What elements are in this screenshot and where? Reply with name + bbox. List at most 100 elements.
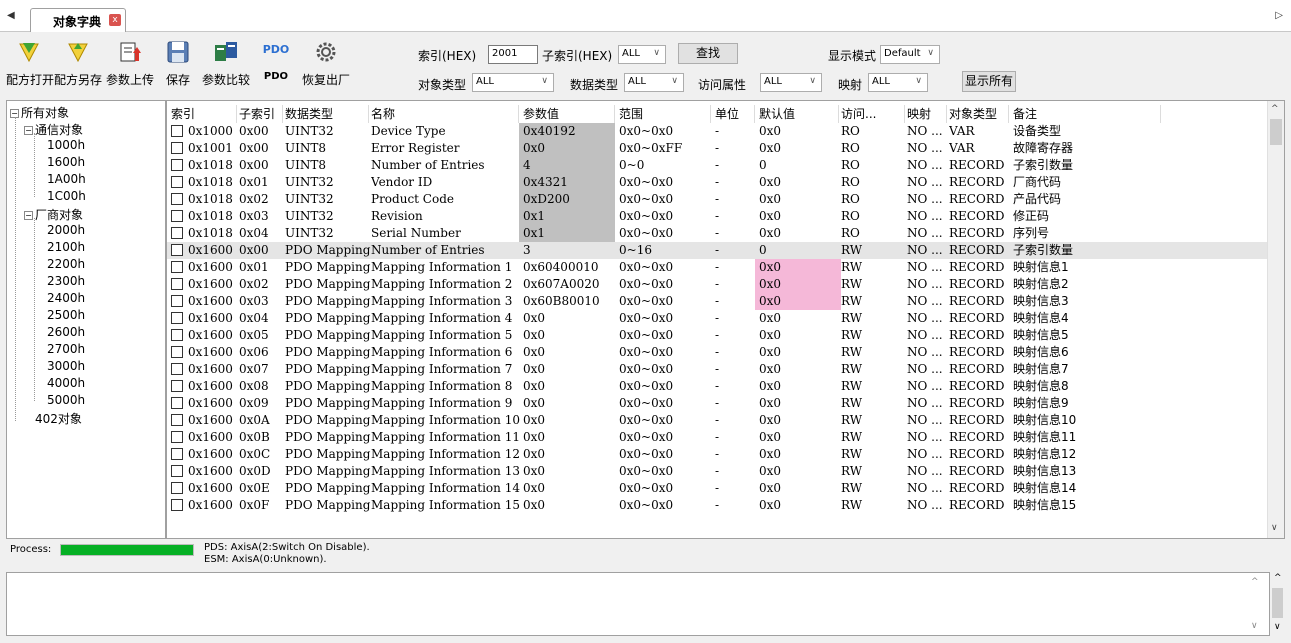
tree-node-3000h[interactable]: 3000h xyxy=(47,359,85,373)
scroll-down-icon[interactable]: ∨ xyxy=(1251,621,1258,631)
row-checkbox[interactable] xyxy=(171,261,183,273)
display-mode-select[interactable]: Default ∨ xyxy=(880,45,940,64)
row-checkbox[interactable] xyxy=(171,312,183,324)
cell-value[interactable]: 0xD200 xyxy=(519,191,615,208)
table-row[interactable]: 0x1600 0x05 PDO Mapping Mapping Information… xyxy=(167,327,1267,344)
cell-value[interactable]: 0x0 xyxy=(519,480,615,497)
table-row[interactable]: 0x1600 0x02 PDO Mapping Mapping Information… xyxy=(167,276,1267,293)
row-checkbox[interactable] xyxy=(171,380,183,392)
row-checkbox[interactable] xyxy=(171,193,183,205)
cell-value[interactable]: 0x0 xyxy=(519,412,615,429)
tree-node-2600h[interactable]: 2600h xyxy=(47,325,85,339)
table-row[interactable]: 0x1600 0x07 PDO Mapping Mapping Information… xyxy=(167,361,1267,378)
cell-value[interactable]: 0x1 xyxy=(519,208,615,225)
cell-value[interactable]: 3 xyxy=(519,242,615,259)
scroll-down-icon[interactable]: ∨ xyxy=(1274,622,1281,632)
row-checkbox[interactable] xyxy=(171,159,183,171)
cell-value[interactable]: 0x60B80010 xyxy=(519,293,615,310)
cell-value[interactable]: 0x0 xyxy=(519,310,615,327)
row-checkbox[interactable] xyxy=(171,295,183,307)
cell-value[interactable]: 4 xyxy=(519,157,615,174)
factory-reset-button[interactable]: 恢复出厂 xyxy=(300,37,352,93)
col-header-object-type[interactable]: 对象类型 xyxy=(949,105,1009,123)
tree-node-comm-objects[interactable]: − 通信对象 xyxy=(24,121,83,138)
table-row[interactable]: 0x1018 0x00 UINT8 Number of Entries 4 0~0 - 0 RO… xyxy=(167,157,1267,174)
row-checkbox[interactable] xyxy=(171,363,183,375)
object-type-select[interactable]: ALL ∨ xyxy=(472,73,554,92)
cell-value[interactable]: 0x40192 xyxy=(519,123,615,140)
tree-node-vendor-objects[interactable]: − 厂商对象 xyxy=(24,206,83,223)
table-row[interactable]: 0x1600 0x06 PDO Mapping Mapping Information… xyxy=(167,344,1267,361)
cell-value[interactable]: 0x0 xyxy=(519,395,615,412)
table-row[interactable]: 0x1600 0x0C PDO Mapping Mapping Information… xyxy=(167,446,1267,463)
row-checkbox[interactable] xyxy=(171,125,183,137)
table-row[interactable]: 0x1600 0x0B PDO Mapping Mapping Information… xyxy=(167,429,1267,446)
row-checkbox[interactable] xyxy=(171,448,183,460)
cell-value[interactable]: 0x0 xyxy=(519,378,615,395)
cell-value[interactable]: 0x1 xyxy=(519,225,615,242)
show-all-button[interactable]: 显示所有 xyxy=(962,71,1016,92)
table-row[interactable]: 0x1001 0x00 UINT8 Error Register 0x0 0x0~0xFF… xyxy=(167,140,1267,157)
cell-value[interactable]: 0x60400010 xyxy=(519,259,615,276)
cell-value[interactable]: 0x0 xyxy=(519,361,615,378)
col-header-datatype[interactable]: 数据类型 xyxy=(285,105,369,123)
param-compare-button[interactable]: 参数比较 xyxy=(200,37,252,93)
tree-node-2700h[interactable]: 2700h xyxy=(47,342,85,356)
col-header-access[interactable]: 访问... xyxy=(841,105,905,123)
col-header-subindex[interactable]: 子索引 xyxy=(239,105,283,123)
tree-node-4000h[interactable]: 4000h xyxy=(47,376,85,390)
index-input[interactable]: 2001 xyxy=(488,45,538,64)
tab-scroll-right-icon[interactable]: ▷ xyxy=(1275,10,1283,21)
recipe-save-as-button[interactable]: 配方另存 xyxy=(54,37,102,93)
recipe-open-button[interactable]: 配方打开 xyxy=(6,37,54,93)
cell-value[interactable]: 0x607A0020 xyxy=(519,276,615,293)
tree-node-402-objects[interactable]: 402对象 xyxy=(35,410,82,427)
scroll-up-icon[interactable]: ^ xyxy=(1274,573,1282,583)
row-checkbox[interactable] xyxy=(171,329,183,341)
row-checkbox[interactable] xyxy=(171,244,183,256)
save-button[interactable]: 保存 xyxy=(164,37,192,93)
tree-node-1000h[interactable]: 1000h xyxy=(47,138,85,152)
data-type-select[interactable]: ALL ∨ xyxy=(624,73,684,92)
table-row[interactable]: 0x1018 0x02 UINT32 Product Code 0xD200 0x0~0x… xyxy=(167,191,1267,208)
tab-scroll-left-icon[interactable]: ◀ xyxy=(7,10,15,21)
tree-node-all-objects[interactable]: − 所有对象 xyxy=(10,104,69,121)
log-vertical-scrollbar[interactable]: ^ ∨ xyxy=(1270,572,1285,636)
table-vertical-scrollbar[interactable]: ^ ∨ xyxy=(1267,101,1284,538)
row-checkbox[interactable] xyxy=(171,431,183,443)
tree-node-1600h[interactable]: 1600h xyxy=(47,155,85,169)
table-row[interactable]: 0x1600 0x03 PDO Mapping Mapping Information… xyxy=(167,293,1267,310)
row-checkbox[interactable] xyxy=(171,278,183,290)
table-row[interactable]: 0x1600 0x0F PDO Mapping Mapping Information… xyxy=(167,497,1267,514)
table-row[interactable]: 0x1600 0x04 PDO Mapping Mapping Information… xyxy=(167,310,1267,327)
table-row[interactable]: 0x1000 0x00 UINT32 Device Type 0x40192 0x0~0x… xyxy=(167,123,1267,140)
cell-value[interactable]: 0x0 xyxy=(519,497,615,514)
tree-node-1a00h[interactable]: 1A00h xyxy=(47,172,86,186)
row-checkbox[interactable] xyxy=(171,227,183,239)
pdo-button[interactable]: PDO PDO xyxy=(262,37,290,93)
collapse-icon[interactable]: − xyxy=(24,211,33,220)
tree-node-2500h[interactable]: 2500h xyxy=(47,308,85,322)
mapping-select[interactable]: ALL ∨ xyxy=(868,73,928,92)
subindex-select[interactable]: ALL ∨ xyxy=(618,45,666,64)
log-inner-scrollbar[interactable]: ^ ∨ xyxy=(1248,577,1265,633)
col-header-note[interactable]: 备注 xyxy=(1013,105,1161,123)
cell-value[interactable]: 0x0 xyxy=(519,429,615,446)
col-header-mapping[interactable]: 映射 xyxy=(907,105,947,123)
row-checkbox[interactable] xyxy=(171,176,183,188)
col-header-name[interactable]: 名称 xyxy=(371,105,519,123)
scrollbar-thumb[interactable] xyxy=(1272,588,1283,618)
table-row[interactable]: 0x1600 0x00 PDO Mapping Number of Entries 3 0… xyxy=(167,242,1267,259)
col-header-default[interactable]: 默认值 xyxy=(759,105,839,123)
scrollbar-thumb[interactable] xyxy=(1270,119,1282,145)
row-checkbox[interactable] xyxy=(171,414,183,426)
scroll-down-icon[interactable]: ∨ xyxy=(1271,523,1278,533)
row-checkbox[interactable] xyxy=(171,482,183,494)
row-checkbox[interactable] xyxy=(171,210,183,222)
cell-value[interactable]: 0x0 xyxy=(519,463,615,480)
tab-object-dictionary[interactable]: 对象字典 x xyxy=(30,8,126,32)
scroll-up-icon[interactable]: ^ xyxy=(1251,577,1259,587)
cell-value[interactable]: 0x0 xyxy=(519,446,615,463)
collapse-icon[interactable]: − xyxy=(24,126,33,135)
row-checkbox[interactable] xyxy=(171,465,183,477)
